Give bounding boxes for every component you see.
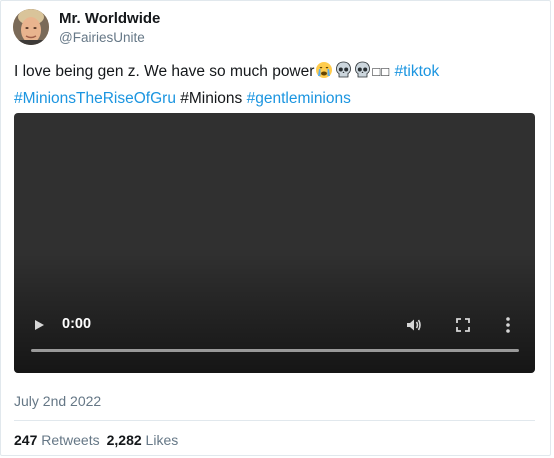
- more-options-icon[interactable]: [504, 315, 512, 335]
- likes-label: Likes: [145, 432, 179, 448]
- video-progress-bar[interactable]: [31, 349, 519, 352]
- author-name[interactable]: Mr. Worldwide: [59, 10, 160, 27]
- author-handle[interactable]: @FairiesUnite: [59, 30, 145, 45]
- tweet-body-text: I love being gen z. We have so much powe…: [14, 63, 315, 80]
- avatar-image: [13, 9, 49, 45]
- avatar[interactable]: [13, 9, 49, 45]
- likes-stat[interactable]: 2,282 Likes: [107, 432, 179, 448]
- tweet-stats: 247 Retweets 2,282 Likes: [14, 432, 178, 448]
- tweet-text-line-2: #MinionsTheRiseOfGru #Minions #gentlemin…: [14, 87, 534, 111]
- skull-icon: [335, 61, 352, 87]
- tweet-text-line-1: I love being gen z. We have so much powe…: [14, 60, 534, 87]
- tweet-card: Mr. Worldwide @FairiesUnite I love being…: [0, 0, 551, 456]
- tweet-text: I love being gen z. We have so much powe…: [14, 60, 534, 111]
- tweet-date[interactable]: July 2nd 2022: [14, 393, 101, 409]
- likes-count: 2,282: [106, 432, 142, 448]
- play-icon[interactable]: [31, 316, 47, 334]
- skull-icon: [354, 61, 371, 87]
- fullscreen-icon[interactable]: [455, 317, 471, 333]
- video-player[interactable]: 0:00: [14, 113, 535, 373]
- retweets-stat[interactable]: 247 Retweets: [14, 432, 100, 448]
- hashtag-minions-rise-of-gru[interactable]: #MinionsTheRiseOfGru: [14, 90, 176, 107]
- hashtag-gentleminions[interactable]: #gentleminions: [247, 90, 351, 107]
- volume-icon[interactable]: [404, 316, 424, 334]
- crying-face-icon: [315, 61, 333, 87]
- video-controls-shade: [14, 253, 535, 373]
- retweets-label: Retweets: [41, 432, 100, 448]
- hashtag-tiktok[interactable]: #tiktok: [394, 63, 439, 80]
- video-time: 0:00: [62, 316, 92, 332]
- retweets-count: 247: [14, 432, 38, 448]
- missing-glyph-boxes: □□: [372, 64, 391, 79]
- divider: [14, 420, 535, 421]
- hashtag-minions-plain: #Minions: [180, 90, 243, 107]
